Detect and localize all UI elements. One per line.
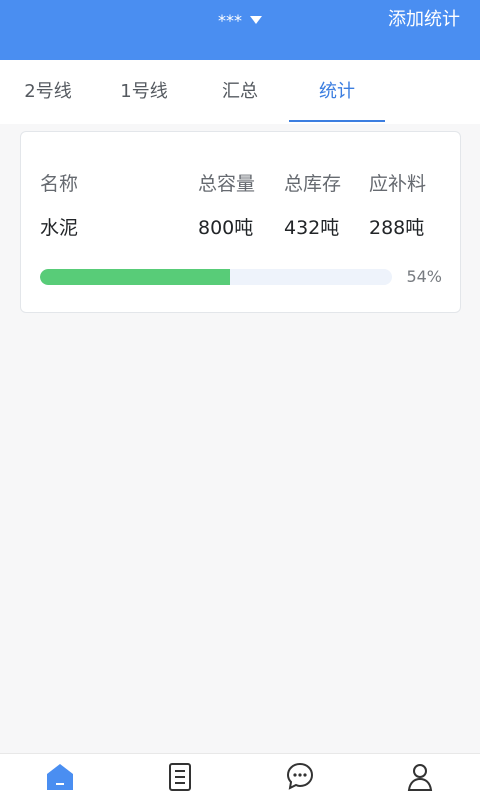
top-bar: *** 添加统计 [0,0,480,60]
bottom-navigation [0,753,480,800]
header-total-capacity: 总容量 [198,173,256,195]
material-name: 水泥 [40,217,79,239]
caret-down-icon [250,16,262,24]
message-icon [286,762,314,790]
tab-line-2[interactable]: 2号线 [0,60,96,124]
tab-bar: 2号线 1号线 汇总 统计 [0,60,480,124]
stock-value: 432吨 [284,217,340,239]
tab-line-1[interactable]: 1号线 [96,60,192,124]
statistics-card: 名称 总容量 总库存 应补料 水泥 800吨 432吨 288吨 54% [20,131,461,313]
nav-profile[interactable] [400,760,440,800]
stock-progress-fill [40,269,231,285]
document-list-icon [169,763,191,791]
nav-documents[interactable] [160,760,200,800]
user-icon [407,764,433,791]
stock-progress-percent: 54% [406,267,442,286]
home-icon [47,764,73,790]
nav-home[interactable] [40,760,80,800]
replenish-value: 288吨 [369,217,425,239]
capacity-value: 800吨 [198,217,254,239]
stock-progress-bar [40,269,392,285]
table-row: 水泥 800吨 432吨 288吨 [21,216,460,240]
header-replenish: 应补料 [369,173,427,195]
header-name: 名称 [40,173,79,195]
header-title: *** [218,10,242,30]
tab-statistics[interactable]: 统计 [289,60,385,124]
header-total-stock: 总库存 [284,173,342,195]
nav-messages[interactable] [280,760,320,800]
add-statistics-button[interactable]: 添加统计 [388,8,460,32]
table-header-row: 名称 总容量 总库存 应补料 [21,172,460,196]
tab-summary[interactable]: 汇总 [192,60,288,124]
